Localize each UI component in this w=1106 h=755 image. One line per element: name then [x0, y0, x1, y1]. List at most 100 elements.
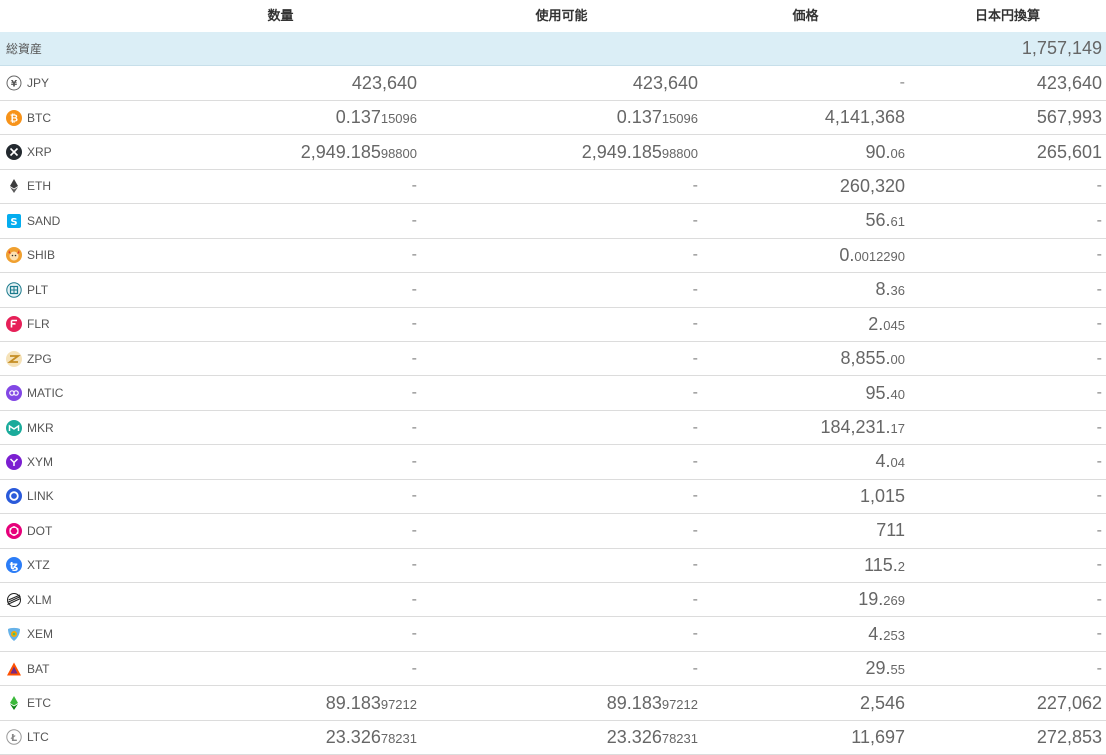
- asset-available: -: [692, 349, 698, 367]
- header-quantity: 数量: [267, 8, 294, 23]
- asset-jpy-value: -: [1096, 211, 1102, 229]
- asset-price: 19.269: [858, 589, 905, 610]
- asset-price: 4.04: [875, 451, 905, 472]
- asset-symbol: XLM: [27, 592, 52, 607]
- asset-price: 90.06: [865, 141, 906, 162]
- asset-price: 115.2: [864, 554, 905, 575]
- bat-icon: [6, 661, 22, 677]
- ethereum-classic-icon: [6, 695, 22, 711]
- asset-name-cell: MKR: [0, 419, 140, 436]
- asset-price: 4,141,368: [824, 107, 905, 128]
- asset-name-cell: PLT: [0, 282, 140, 298]
- asset-quantity: -: [411, 452, 417, 470]
- table-row: ₿ BTC 0.13715096 0.13715096 4,141,368 567,993: [0, 101, 1106, 136]
- asset-quantity: 0.13715096: [335, 107, 417, 128]
- flare-icon: [6, 316, 22, 333]
- asset-name-cell: LINK: [0, 488, 140, 505]
- asset-jpy-value: 272,853: [1036, 726, 1102, 747]
- asset-price: 29.55: [865, 658, 906, 679]
- asset-symbol: MATIC: [27, 386, 64, 401]
- asset-name-cell: ₿ BTC: [0, 109, 140, 126]
- asset-symbol: SAND: [27, 213, 61, 228]
- table-row: MKR - - 184,231.17 -: [0, 411, 1106, 446]
- asset-jpy-value: 423,640: [1036, 72, 1102, 93]
- litecoin-icon: Ł: [6, 729, 22, 746]
- asset-quantity: 89.18397212: [325, 692, 417, 713]
- asset-price: -: [899, 74, 905, 92]
- asset-symbol: SHIB: [27, 248, 56, 263]
- asset-quantity: 23.32678231: [325, 726, 417, 747]
- asset-symbol: FLR: [27, 317, 50, 332]
- asset-available: -: [692, 384, 698, 402]
- asset-name-cell: ꜩ XTZ: [0, 557, 140, 574]
- asset-jpy-value: -: [1096, 625, 1102, 643]
- table-row: ꜩ XTZ - - 115.2 -: [0, 549, 1106, 583]
- asset-quantity: -: [411, 521, 417, 539]
- sand-icon: S: [6, 213, 22, 229]
- total-assets-row: 総資産 1,757,149: [0, 32, 1106, 67]
- asset-symbol: PLT: [27, 282, 49, 297]
- asset-quantity: 2,949.18598800: [300, 141, 417, 162]
- asset-price: 711: [876, 520, 905, 541]
- asset-available: 0.13715096: [616, 107, 698, 128]
- table-row: XYM - - 4.04 -: [0, 445, 1106, 480]
- asset-jpy-value: -: [1096, 315, 1102, 333]
- asset-available: -: [692, 659, 698, 677]
- asset-name-cell: ETH: [0, 178, 140, 194]
- asset-jpy-value: -: [1096, 659, 1102, 677]
- symbol-icon: [6, 453, 22, 470]
- table-row: DOT - - 711 -: [0, 514, 1106, 549]
- asset-price: 8.36: [875, 279, 905, 300]
- asset-available: -: [692, 211, 698, 229]
- asset-name-cell: S SAND: [0, 213, 140, 229]
- asset-symbol: XTZ: [27, 558, 50, 573]
- asset-available: -: [692, 590, 698, 608]
- asset-name-cell: MATIC: [0, 385, 140, 402]
- total-assets-label: 総資産: [6, 42, 43, 57]
- table-row: MATIC - - 95.40 -: [0, 376, 1106, 411]
- asset-available: -: [692, 521, 698, 539]
- asset-jpy-value: 265,601: [1036, 141, 1102, 162]
- asset-symbol: XRP: [27, 145, 52, 160]
- asset-available: 89.18397212: [606, 692, 698, 713]
- asset-quantity: -: [411, 384, 417, 402]
- asset-quantity: -: [411, 418, 417, 436]
- asset-name-cell: XEM: [0, 626, 140, 642]
- assets-table: 数量 使用可能 価格 日本円換算 総資産 1,757,149 ¥ JPY 423,6…: [0, 0, 1106, 755]
- table-row: SHIB - - 0.0012290 -: [0, 239, 1106, 274]
- svg-text:S: S: [10, 217, 17, 228]
- table-row: LINK - - 1,015 -: [0, 480, 1106, 515]
- nem-icon: [6, 626, 22, 642]
- asset-symbol: MKR: [27, 420, 54, 435]
- maker-icon: [6, 419, 22, 436]
- asset-jpy-value: -: [1096, 521, 1102, 539]
- asset-quantity: -: [411, 487, 417, 505]
- asset-price: 1,015: [859, 485, 905, 506]
- asset-name-cell: XLM: [0, 592, 140, 608]
- asset-symbol: LINK: [27, 489, 54, 504]
- header-price: 価格: [792, 8, 819, 23]
- asset-available: -: [692, 418, 698, 436]
- ethereum-icon: [6, 178, 22, 194]
- asset-quantity: -: [411, 625, 417, 643]
- svg-text:Ł: Ł: [10, 733, 17, 744]
- header-jpy-value: 日本円換算: [974, 8, 1040, 23]
- svg-text:¥: ¥: [11, 80, 18, 90]
- asset-jpy-value: 567,993: [1036, 107, 1102, 128]
- asset-price: 11,697: [851, 726, 905, 747]
- total-assets-value: 1,757,149: [1021, 38, 1102, 59]
- asset-symbol: BTC: [27, 110, 51, 125]
- plt-icon: [6, 282, 22, 298]
- asset-name-cell: Ł LTC: [0, 729, 140, 746]
- header-available: 使用可能: [535, 8, 588, 23]
- asset-jpy-value: -: [1096, 590, 1102, 608]
- asset-price: 95.40: [865, 382, 906, 403]
- table-row: XRP 2,949.18598800 2,949.18598800 90.06 265,…: [0, 135, 1106, 170]
- asset-available: -: [692, 246, 698, 264]
- asset-name-cell: ETC: [0, 695, 140, 711]
- asset-price: 56.61: [865, 210, 906, 231]
- asset-jpy-value: 227,062: [1036, 692, 1102, 713]
- asset-available: -: [692, 556, 698, 574]
- svg-text:₿: ₿: [10, 112, 18, 124]
- asset-jpy-value: -: [1096, 418, 1102, 436]
